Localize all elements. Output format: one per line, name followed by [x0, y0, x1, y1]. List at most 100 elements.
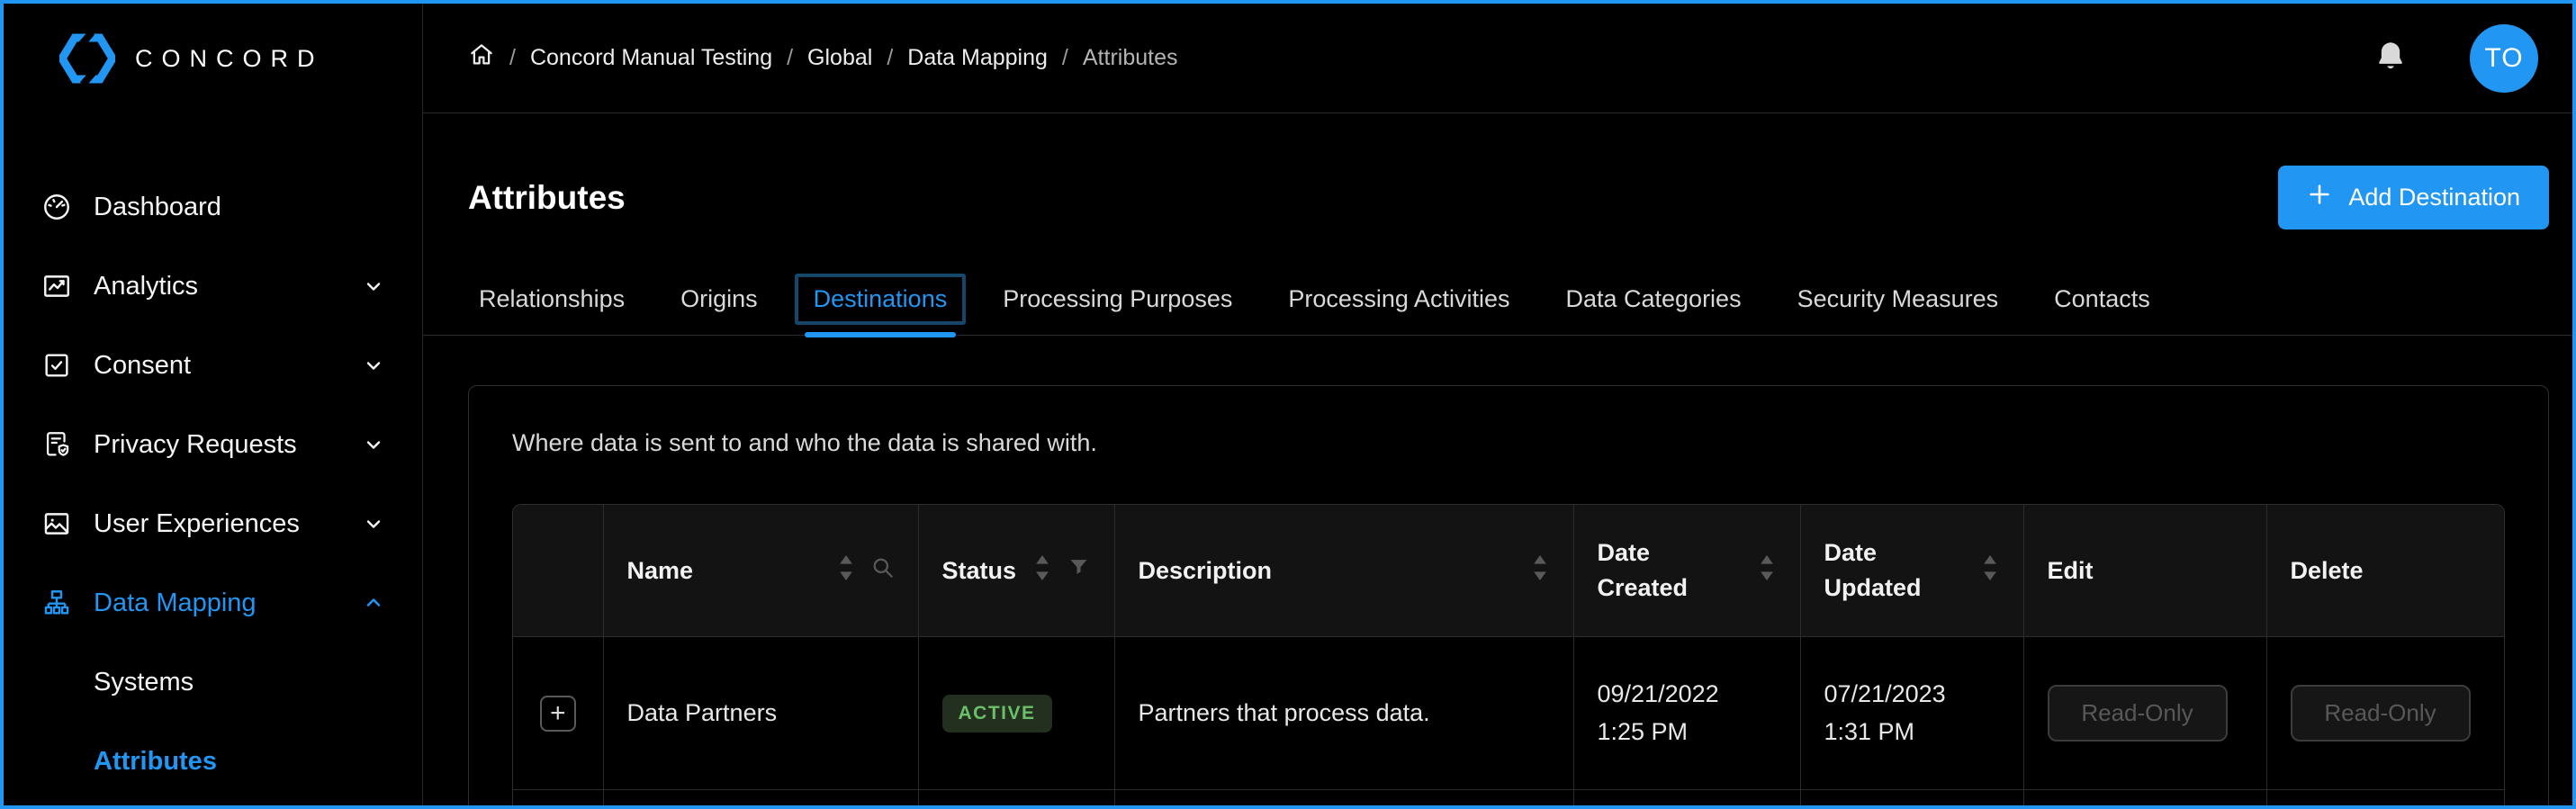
sidebar-subitem-attributes[interactable]: Attributes: [4, 722, 422, 801]
sort-icon: [836, 552, 856, 590]
updated-date: 07/21/2023: [1824, 676, 2000, 714]
column-status[interactable]: Status: [918, 505, 1114, 637]
sort-icon: [1530, 552, 1550, 590]
column-expand: [513, 505, 603, 637]
table-row: + Data Partners ACTIVE Partners that pro…: [513, 637, 2505, 790]
created-date: 09/21/2022: [1598, 676, 1777, 714]
chevron-up-icon: [363, 592, 384, 614]
tab-origins[interactable]: Origins: [680, 285, 758, 313]
destinations-table: Name: [512, 504, 2505, 809]
breadcrumb-separator: /: [787, 45, 793, 71]
breadcrumb-home[interactable]: [468, 41, 495, 75]
expand-row-button[interactable]: +: [540, 696, 576, 732]
column-edit: Edit: [2023, 505, 2266, 637]
sidebar-subitem-systems[interactable]: Systems: [4, 643, 422, 722]
tab-contacts[interactable]: Contacts: [2054, 285, 2150, 313]
sidebar-item-data-mapping[interactable]: Data Mapping: [4, 563, 422, 643]
column-delete: Delete: [2266, 505, 2505, 637]
content: Attributes Add Destination Relationships…: [423, 113, 2572, 805]
sidebar-subitem-label: Attributes: [94, 747, 217, 777]
column-description[interactable]: Description: [1114, 505, 1573, 637]
edit-readonly-button[interactable]: Read-Only: [2048, 685, 2228, 742]
date-updated-cell: 07/21/2023 1:31 PM: [1800, 637, 2023, 790]
table-row-partial: [513, 790, 2505, 809]
brand-name: CONCORD: [135, 45, 324, 73]
created-time: 1:25 PM: [1598, 714, 1777, 751]
search-icon[interactable]: [870, 555, 895, 586]
sidebar-item-privacy-requests[interactable]: Privacy Requests: [4, 405, 422, 484]
delete-cell: Read-Only: [2266, 637, 2505, 790]
breadcrumb-item-global[interactable]: Global: [807, 45, 872, 71]
chevron-down-icon: [363, 434, 384, 455]
sidebar-item-dashboard[interactable]: Dashboard: [4, 167, 422, 247]
add-destination-label: Add Destination: [2348, 184, 2520, 211]
sidebar-item-label: Data Mapping: [94, 589, 257, 618]
tab-processing-purposes[interactable]: Processing Purposes: [1003, 285, 1232, 313]
chevron-down-icon: [363, 513, 384, 535]
updated-time: 1:31 PM: [1824, 714, 2000, 751]
chevron-down-icon: [363, 275, 384, 297]
delete-readonly-button[interactable]: Read-Only: [2291, 685, 2471, 742]
edit-cell: Read-Only: [2023, 637, 2266, 790]
main-area: / Concord Manual Testing / Global / Data…: [423, 4, 2572, 805]
destinations-card: Where data is sent to and who the data i…: [468, 385, 2549, 809]
breadcrumb-item-data-mapping[interactable]: Data Mapping: [907, 45, 1048, 71]
consent-checkbox-icon: [41, 350, 72, 381]
column-name[interactable]: Name: [603, 505, 918, 637]
notifications-button[interactable]: [2374, 39, 2407, 77]
table-header-row: Name: [513, 505, 2505, 637]
breadcrumb-separator: /: [1062, 45, 1068, 71]
tab-relationships[interactable]: Relationships: [479, 285, 625, 313]
page-title: Attributes: [468, 179, 626, 217]
breadcrumb-separator: /: [887, 45, 893, 71]
tab-processing-activities[interactable]: Processing Activities: [1288, 285, 1509, 313]
sort-icon: [1980, 552, 2000, 590]
tab-data-categories[interactable]: Data Categories: [1565, 285, 1741, 313]
brand-logo[interactable]: CONCORD: [4, 4, 422, 113]
tab-destinations[interactable]: Destinations: [814, 285, 948, 313]
image-icon: [41, 508, 72, 539]
sidebar-item-label: Privacy Requests: [94, 430, 297, 460]
breadcrumb-item-attributes: Attributes: [1083, 45, 1178, 71]
sitemap-icon: [41, 588, 72, 618]
privacy-doc-shield-icon: [41, 429, 72, 460]
app-window: CONCORD Dashboard A: [0, 0, 2576, 809]
breadcrumb-separator: /: [509, 45, 516, 71]
chevron-down-icon: [363, 355, 384, 376]
description-cell: Partners that process data.: [1114, 637, 1573, 790]
sort-icon: [1032, 552, 1052, 590]
breadcrumb-item-workspace[interactable]: Concord Manual Testing: [530, 45, 772, 71]
plus-icon: [2307, 182, 2332, 213]
expand-cell: +: [513, 637, 603, 790]
sidebar-item-label: Analytics: [94, 272, 198, 301]
date-created-cell: 09/21/2022 1:25 PM: [1573, 637, 1800, 790]
analytics-chart-icon: [41, 271, 72, 301]
home-icon: [468, 41, 495, 75]
column-date-created[interactable]: Date Created: [1573, 505, 1800, 637]
tab-bar: Relationships Origins Destinations Proce…: [423, 285, 2572, 336]
sidebar-nav: Dashboard Analytics: [4, 113, 422, 801]
bell-icon: [2374, 39, 2407, 77]
sidebar: CONCORD Dashboard A: [4, 4, 423, 805]
name-cell: Data Partners: [603, 637, 918, 790]
column-date-updated[interactable]: Date Updated: [1800, 505, 2023, 637]
sidebar-subitem-label: Systems: [94, 668, 194, 697]
filter-icon[interactable]: [1067, 555, 1091, 586]
sidebar-item-analytics[interactable]: Analytics: [4, 247, 422, 326]
avatar[interactable]: TO: [2470, 24, 2538, 93]
topbar: / Concord Manual Testing / Global / Data…: [423, 4, 2572, 113]
sidebar-item-label: Consent: [94, 351, 191, 381]
sidebar-item-consent[interactable]: Consent: [4, 326, 422, 405]
sidebar-item-label: User Experiences: [94, 509, 300, 539]
add-destination-button[interactable]: Add Destination: [2278, 166, 2549, 229]
status-badge: ACTIVE: [942, 695, 1052, 733]
status-cell: ACTIVE: [918, 637, 1114, 790]
breadcrumb: / Concord Manual Testing / Global / Data…: [468, 41, 2374, 75]
sidebar-item-user-experiences[interactable]: User Experiences: [4, 484, 422, 563]
page-head: Attributes Add Destination: [468, 166, 2549, 229]
tab-security-measures[interactable]: Security Measures: [1797, 285, 1999, 313]
card-description: Where data is sent to and who the data i…: [512, 429, 2505, 457]
gauge-icon: [41, 192, 72, 222]
sort-icon: [1757, 552, 1777, 590]
sidebar-item-label: Dashboard: [94, 193, 221, 222]
